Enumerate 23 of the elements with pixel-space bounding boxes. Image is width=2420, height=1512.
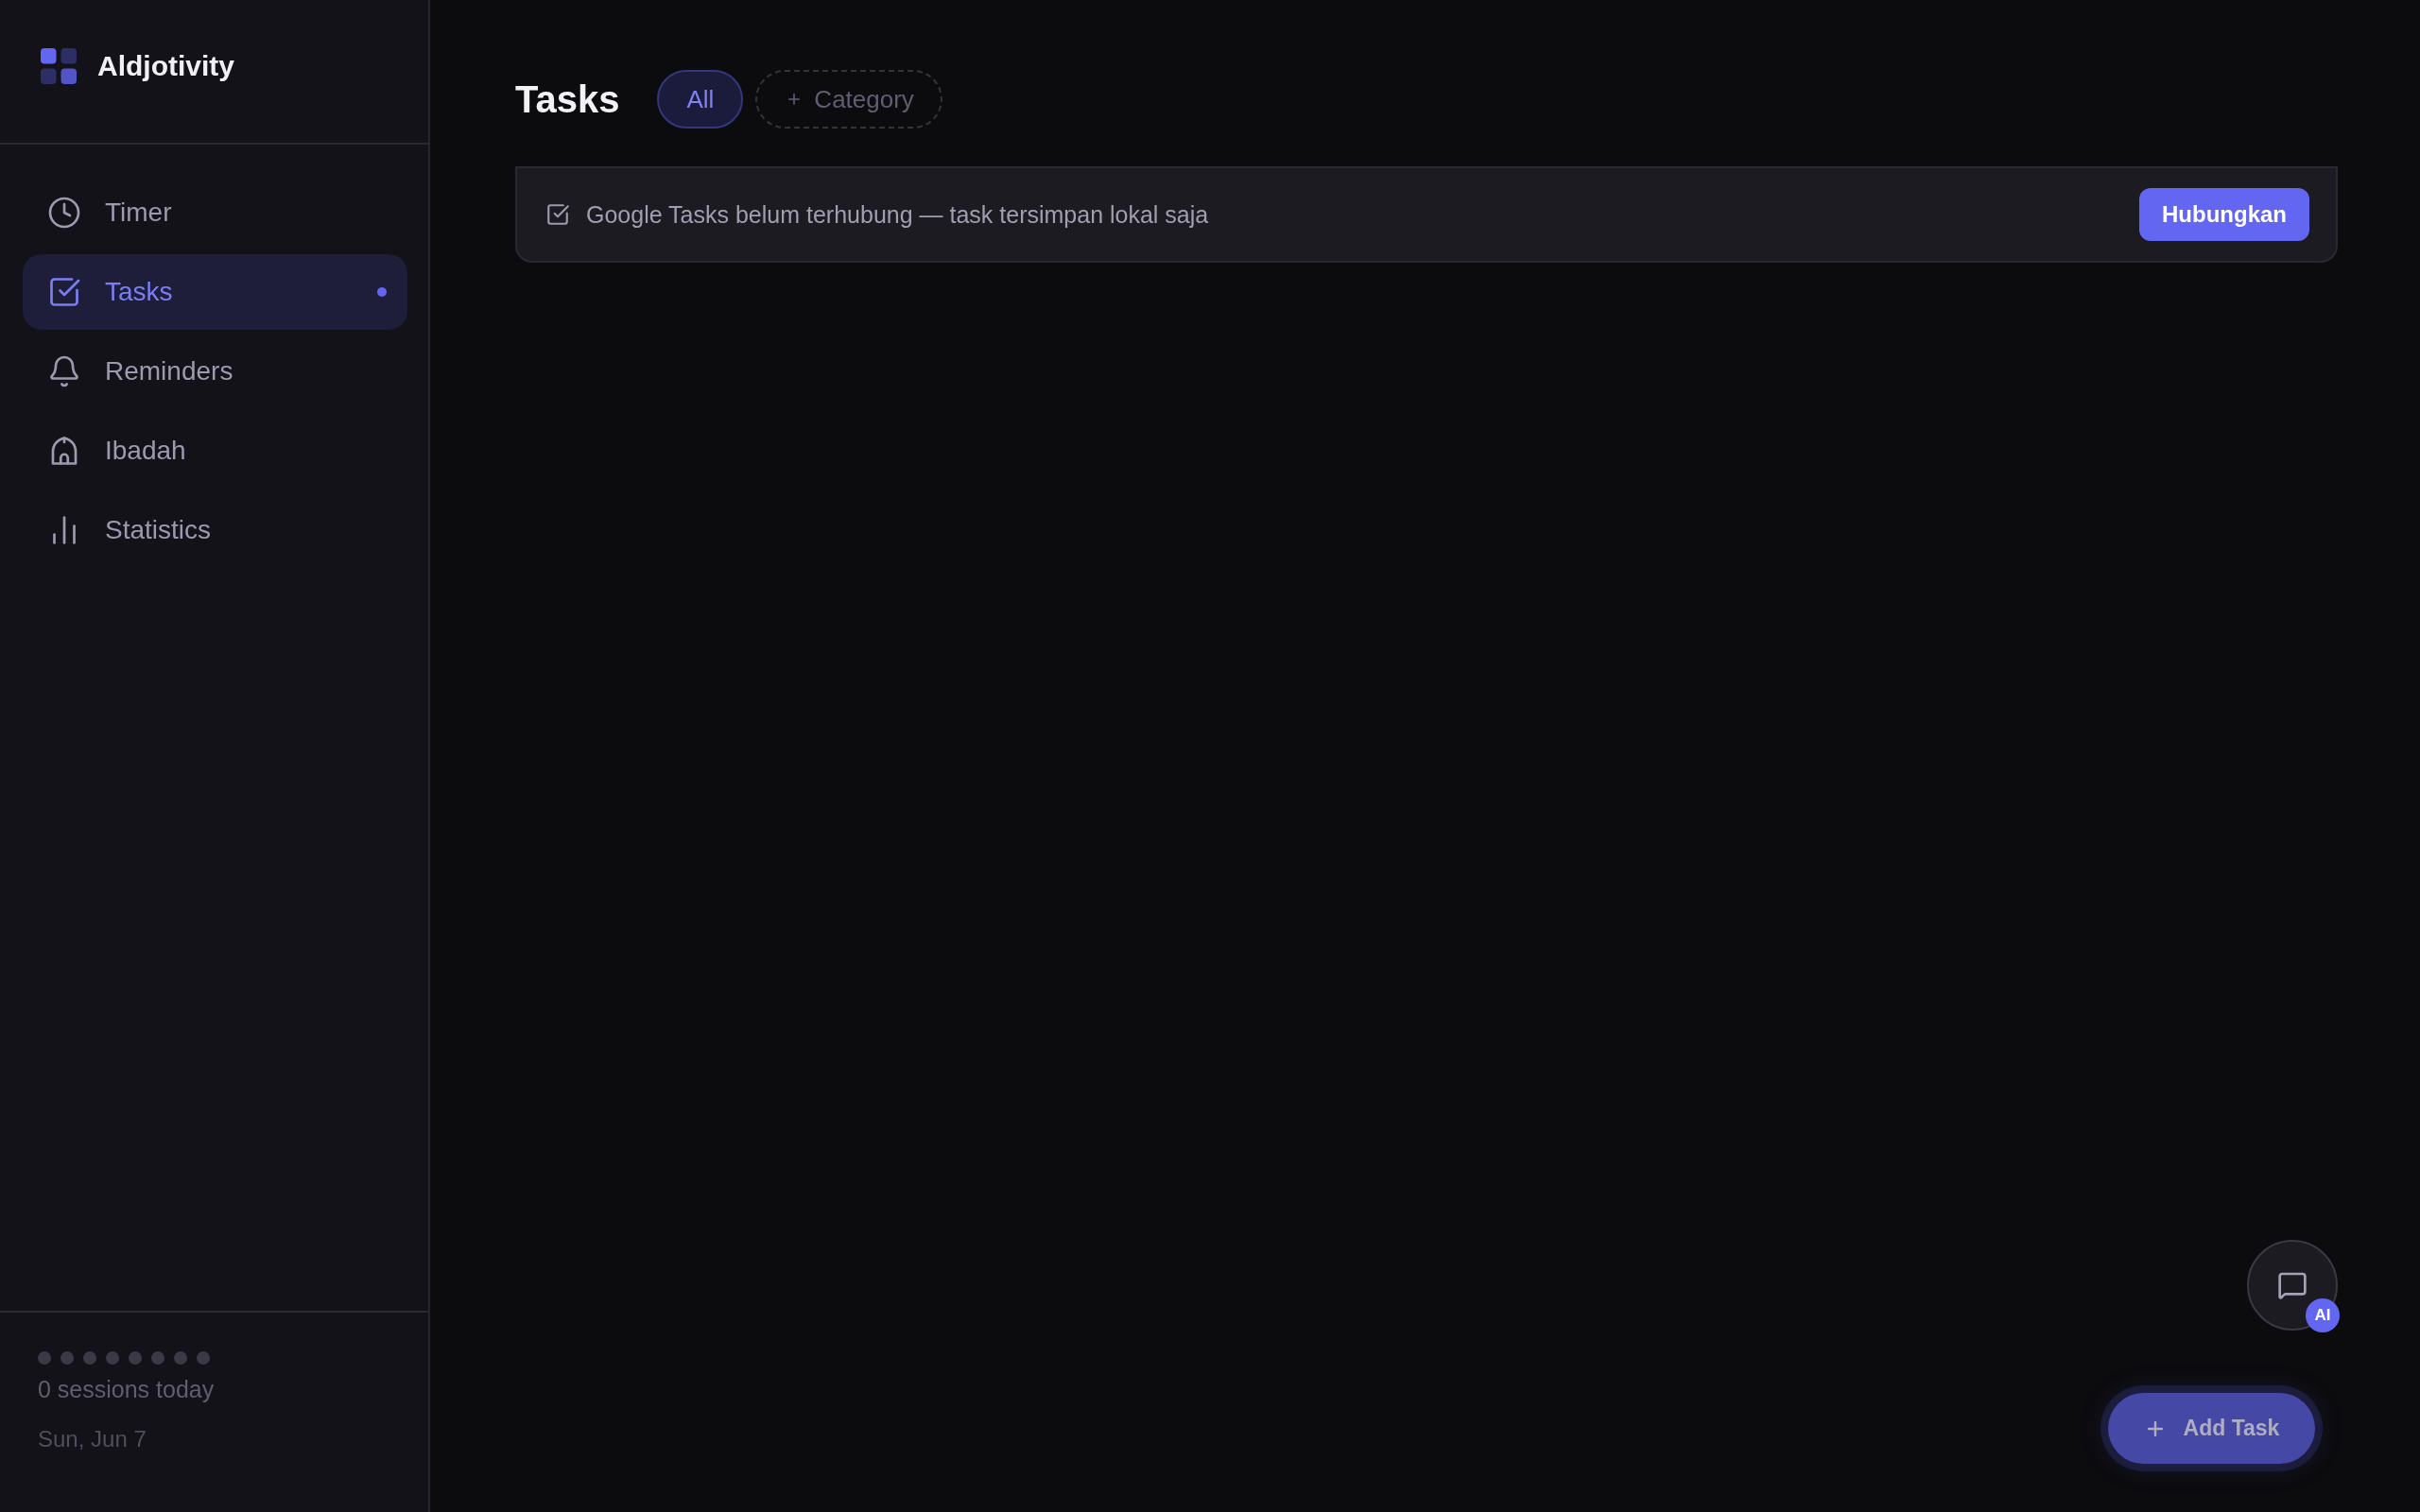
connect-button[interactable]: Hubungkan: [2139, 188, 2309, 241]
clock-icon: [47, 196, 81, 230]
filter-chip[interactable]: All: [657, 70, 744, 129]
ai-badge: AI: [2306, 1298, 2340, 1332]
page-title: Tasks: [515, 77, 620, 121]
add-task-button[interactable]: Add Task: [2108, 1393, 2315, 1464]
add-category-button[interactable]: Category: [755, 70, 942, 129]
chat-bubble-icon: [2277, 1270, 2308, 1300]
date-text: Sun, Jun 7: [38, 1426, 147, 1452]
sessions-count: 0 sessions today: [38, 1376, 216, 1403]
chat-button[interactable]: AI: [2247, 1240, 2338, 1331]
sidebar-nav-item[interactable]: Ibadah: [23, 413, 407, 489]
sidebar-nav-item[interactable]: Reminders: [23, 334, 407, 409]
checkbox-icon: [47, 275, 81, 309]
sidebar-nav-item[interactable]: Statistics: [23, 492, 407, 568]
app-name: Aldjotivity: [97, 49, 234, 83]
active-dot-icon: [377, 287, 387, 297]
sidebar-nav-item[interactable]: Tasks: [23, 254, 407, 330]
checkbox-icon: [545, 202, 570, 227]
bell-icon: [47, 354, 81, 388]
sidebar-nav-item[interactable]: Timer: [23, 175, 407, 250]
app-logo-icon: [41, 48, 77, 84]
notice-text: Google Tasks belum terhubung — task tersimpan lokal saja: [586, 200, 1210, 229]
